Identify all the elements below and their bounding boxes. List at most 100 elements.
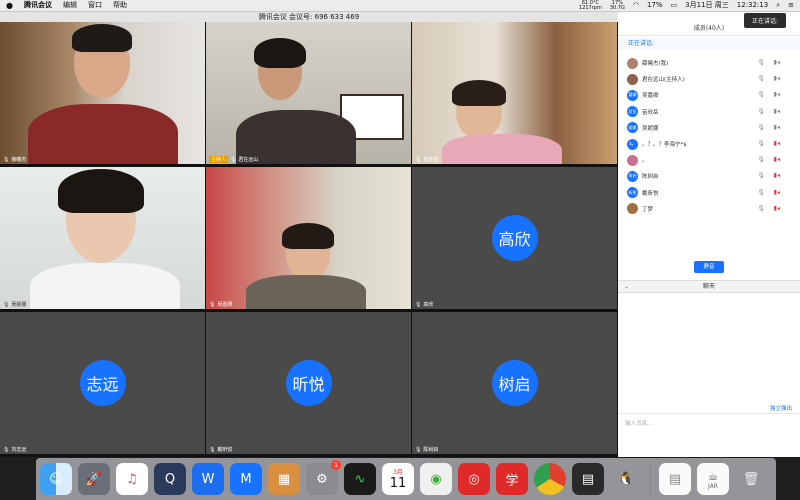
video-tile[interactable]: 志远 🎙 刘志远 [0, 312, 205, 454]
chat-header[interactable]: ⌄ 聊天 [618, 280, 800, 293]
wechat-icon[interactable]: ◉ [420, 463, 452, 495]
video-tile[interactable]: 🎙 吴妮娜 [0, 167, 205, 309]
clock-label[interactable]: 12:32:13 [737, 0, 768, 11]
mic-icon: 🎙 [3, 446, 10, 453]
chat-input[interactable]: 输入消息... [618, 413, 800, 457]
participant-row[interactable]: 。 🎙 ▮◂ [618, 152, 800, 168]
menu-help[interactable]: 帮助 [113, 0, 127, 11]
battery-icon[interactable]: ▭ [671, 0, 678, 11]
camera-icon[interactable]: ▮◂ [774, 91, 780, 98]
chrome-icon[interactable] [534, 463, 566, 495]
video-tile[interactable]: 树启 🎙 陈树启 [412, 312, 617, 454]
participant-row[interactable]: 丁梦 🎙 ▮◂ [618, 201, 800, 217]
members-panel: 正在讲话: 成员(40人) 正在讲话: 薛曦杰(我) 🎙 ▮◂ 君在远山(主持人) 🎙 ▮… [618, 12, 800, 457]
mic-icon: 🎙 [415, 301, 422, 308]
mute-all-button[interactable]: 静音 [694, 261, 724, 273]
participant-row[interactable]: 君在远山(主持人) 🎙 ▮◂ [618, 71, 800, 87]
notification-badge: 1 [331, 460, 341, 470]
quicktime-icon[interactable]: Q [154, 463, 186, 495]
mic-icon[interactable]: 🎙 [757, 108, 765, 115]
cpu-monitor[interactable]: 17% 30.7G [610, 0, 625, 11]
tile-name: 🎙 戴昕悦 [209, 446, 233, 454]
tencent-meeting-icon[interactable]: M [230, 463, 262, 495]
menu-app[interactable]: 腾讯会议 [24, 0, 52, 11]
participant-row[interactable]: 树启 陈树启 🎙 ▮◂ [618, 168, 800, 184]
participant-row[interactable]: 薛曦杰(我) 🎙 ▮◂ [618, 55, 800, 71]
participant-row[interactable]: 妮娜 吴妮娜 🎙 ▮◂ [618, 120, 800, 136]
video-tile[interactable]: 高欣 🎙 高欣 [412, 167, 617, 309]
participant-avatar: 树启 [491, 360, 538, 406]
camera-icon[interactable]: ▮◂ [774, 140, 780, 147]
document-icon[interactable]: ▤ [659, 463, 691, 495]
mic-icon[interactable]: 🎙 [757, 156, 765, 163]
mic-icon: 🎙 [230, 156, 237, 163]
mic-icon[interactable]: 🎙 [757, 172, 765, 179]
menu-list-icon[interactable]: ≡ [788, 0, 794, 11]
search-icon[interactable]: ⌕ [776, 0, 780, 11]
jar-file-icon[interactable]: ☕ JAR [697, 463, 729, 495]
date-label[interactable]: 3月11日 周三 [685, 0, 729, 11]
dock-separator [650, 464, 651, 494]
video-tile[interactable]: 🎙 吴嘉卿 [206, 167, 411, 309]
mic-icon[interactable]: 🎙 [757, 75, 765, 82]
person-body [442, 134, 562, 164]
participant-row[interactable]: 昕悦 戴昕悦 🎙 ▮◂ [618, 185, 800, 201]
camera-icon[interactable]: ▮◂ [774, 189, 780, 196]
camera-icon[interactable]: ▮◂ [774, 205, 780, 212]
camera-icon[interactable]: ▮◂ [774, 172, 780, 179]
participant-avatar: 妮娜 [627, 122, 638, 134]
camera-icon[interactable]: ▮◂ [774, 59, 780, 66]
camera-icon[interactable]: ▮◂ [774, 156, 780, 163]
trash-icon[interactable]: 🗑 [735, 463, 767, 495]
mic-icon[interactable]: 🎙 [757, 205, 765, 212]
calendar-day: 11 [389, 476, 407, 491]
qq-icon[interactable]: 🐧 [610, 463, 642, 495]
video-tile[interactable]: 🎙 苗欣岳 [412, 22, 617, 164]
tile-name: 主持人 🎙 君在远山 [209, 156, 259, 163]
apple-menu-icon[interactable]: ● [6, 0, 13, 11]
participant-avatar [627, 154, 638, 166]
music-icon[interactable]: ♫ [116, 463, 148, 495]
mic-icon[interactable]: 🎙 [757, 59, 765, 66]
finder-icon[interactable]: ☺ [40, 463, 72, 495]
video-tile[interactable]: 🎙 薛曦杰 [0, 22, 205, 164]
study-app-icon[interactable]: 学 [496, 463, 528, 495]
participant-avatar: 昕悦 [627, 187, 638, 199]
mic-icon[interactable]: 🎙 [757, 124, 765, 131]
camera-icon[interactable]: ▮◂ [774, 124, 780, 131]
participant-name: 君在远山(主持人) [642, 77, 685, 84]
participant-row[interactable]: 欣岳 苗欣岳 🎙 ▮◂ [618, 104, 800, 120]
wifi-icon[interactable]: ◠ [633, 0, 639, 11]
menu-edit[interactable]: 编辑 [63, 0, 77, 11]
system-preferences-icon[interactable]: ⚙ 1 [306, 460, 341, 495]
calendar-icon[interactable]: 3月 11 [382, 463, 414, 495]
printer-icon[interactable]: ▤ [572, 463, 604, 495]
participant-name: 。 [642, 158, 648, 165]
participant-name: 苗欣岳 [642, 109, 659, 116]
wps-icon[interactable]: W [192, 463, 224, 495]
participant-row[interactable]: 嘉卿 吴嘉卿 🎙 ▮◂ [618, 87, 800, 103]
chevron-down-icon[interactable]: ⌄ [624, 281, 629, 292]
activity-monitor-icon[interactable]: ∿ [344, 463, 376, 495]
mic-icon[interactable]: 🎙 [757, 140, 765, 147]
participant-avatar: 欣岳 [627, 106, 638, 118]
launchpad-icon[interactable]: 🚀 [78, 463, 110, 495]
camera-icon[interactable]: ▮◂ [774, 75, 780, 82]
battery-percent: 17% [646, 1, 663, 9]
popout-chat-link[interactable]: 独立弹出 [770, 404, 792, 412]
menu-window[interactable]: 窗口 [88, 0, 102, 11]
netease-music-icon[interactable]: ◎ [458, 463, 490, 495]
person-hair [72, 24, 132, 52]
mic-icon[interactable]: 🎙 [757, 91, 765, 98]
calculator-icon[interactable]: ▦ [268, 463, 300, 495]
mic-icon[interactable]: 🎙 [757, 189, 765, 196]
mic-icon: 🎙 [3, 301, 10, 308]
chat-placeholder: 输入消息... [625, 421, 653, 427]
video-tile[interactable]: 主持人 🎙 君在远山 [206, 22, 411, 164]
temp-monitor[interactable]: 61.0°C 1217rpm [579, 0, 602, 11]
participant-avatar [627, 73, 638, 85]
participant-row[interactable]: $。 。？。？李海宁*$ 🎙 ▮◂ [618, 136, 800, 152]
tile-name: 🎙 吴妮娜 [3, 301, 27, 309]
video-tile[interactable]: 昕悦 🎙 戴昕悦 [206, 312, 411, 454]
camera-icon[interactable]: ▮◂ [774, 108, 780, 115]
